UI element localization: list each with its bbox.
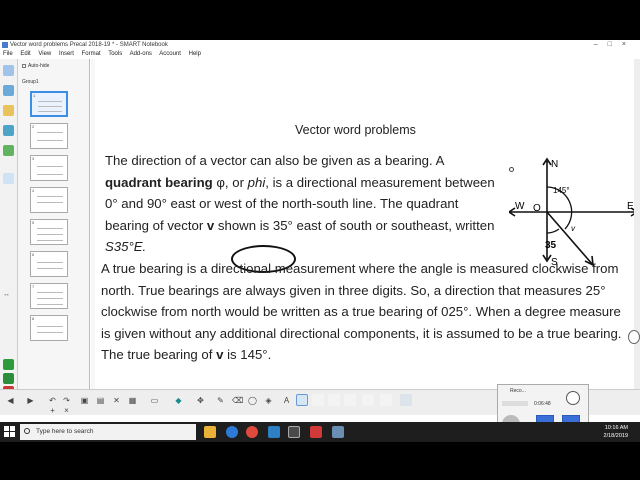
resize-arrows-icon[interactable]: ↔ — [3, 291, 14, 302]
taskbar-clock[interactable]: 10:16 AM 2/18/2019 — [604, 424, 628, 440]
page-thumbnail-4[interactable]: 4 — [30, 187, 68, 213]
page-thumbnail-8[interactable]: 8 — [30, 315, 68, 341]
west-label: W — [515, 201, 525, 212]
pen-style-4-icon[interactable] — [344, 394, 356, 406]
auto-hide-checkbox[interactable]: Auto-hide — [22, 63, 49, 69]
smart-notebook-taskbar-icon[interactable] — [288, 426, 300, 438]
menu-format[interactable]: Format — [82, 51, 101, 57]
angle-arc-35 — [546, 228, 560, 234]
recorder-title: Reco... — [510, 388, 526, 394]
page-thumbnail-2[interactable]: 2 — [30, 123, 68, 149]
angle-145-label: 145° — [553, 186, 570, 195]
fill-tool-icon[interactable]: ◈ — [264, 396, 273, 405]
menu-edit[interactable]: Edit — [20, 51, 30, 57]
page-thumbnail-7[interactable]: 7 — [30, 283, 68, 309]
properties-icon[interactable] — [400, 394, 412, 406]
eraser-tool-icon[interactable]: ⌫ — [232, 396, 243, 405]
delete-icon[interactable]: ✕ — [112, 396, 121, 405]
angle-35-handwritten: 35 — [545, 240, 557, 251]
windows-start-icon[interactable] — [4, 426, 16, 438]
close-button[interactable]: × — [622, 41, 636, 48]
add-ons-tab-icon[interactable] — [3, 145, 14, 156]
notebook-page[interactable]: Vector word problems The direction of a … — [95, 59, 639, 389]
select-tool-icon[interactable]: ✥ — [196, 396, 205, 405]
menu-file[interactable]: File — [3, 51, 13, 57]
menu-add-ons[interactable]: Add-ons — [130, 51, 152, 57]
south-label: S — [551, 257, 558, 267]
text-tool-icon[interactable]: A — [282, 396, 291, 405]
properties-tab-icon[interactable] — [3, 125, 14, 136]
edge-browser-icon[interactable] — [226, 426, 238, 438]
menu-tools[interactable]: Tools — [108, 51, 122, 57]
page-thumbnail-1[interactable]: 1 — [30, 91, 68, 117]
whiteboard-area[interactable]: Vector word problems The direction of a … — [91, 59, 640, 389]
add-page-icon[interactable]: + — [48, 406, 57, 415]
response-icon[interactable]: ◆ — [174, 396, 183, 405]
window-title: Vector word problems Precal 2018-19 * - … — [10, 42, 168, 48]
table-icon[interactable]: ▦ — [128, 396, 137, 405]
pen-style-3-icon[interactable] — [328, 394, 340, 406]
page-sorter-tab-icon[interactable] — [3, 65, 14, 76]
search-icon — [24, 428, 30, 434]
shapes-tool-icon[interactable]: ◯ — [248, 396, 257, 405]
menu-account[interactable]: Account — [159, 51, 181, 57]
screen: Vector word problems Precal 2018-19 * - … — [0, 40, 640, 442]
green-tool-icon[interactable] — [3, 373, 14, 384]
window-controls: –□× — [594, 40, 636, 50]
pen-style-2-icon[interactable] — [312, 394, 324, 406]
redo-icon[interactable]: ↷ — [62, 396, 71, 405]
page-heading: Vector word problems — [295, 123, 416, 137]
bearing-notation: S35°E. — [105, 239, 147, 254]
pen-style-1-icon[interactable] — [296, 394, 308, 406]
origin-label: O — [533, 203, 541, 214]
lesson-activity-tab-icon[interactable] — [3, 173, 14, 184]
chrome-browser-icon[interactable] — [246, 426, 258, 438]
microphone-icon[interactable] — [566, 391, 580, 405]
page-thumbnail-6[interactable]: 6 — [30, 251, 68, 277]
pen-style-6-icon[interactable] — [380, 394, 392, 406]
store-icon[interactable] — [268, 426, 280, 438]
recorder-source-select[interactable] — [502, 401, 528, 406]
north-label: N — [551, 159, 558, 170]
true-bearing-paragraph: A true bearing is a directional measurem… — [101, 261, 622, 362]
page-thumbnail-5[interactable]: 5 — [30, 219, 68, 245]
quadrant-bearing-paragraph: The direction of a vector can also be gi… — [105, 153, 495, 254]
recorder-taskbar-icon[interactable] — [310, 426, 322, 438]
group-label: Group1 — [22, 79, 39, 85]
taskbar-search-input[interactable]: Type here to search — [20, 424, 196, 440]
display-icon[interactable]: ▭ — [150, 396, 159, 405]
recorder-time: 0:06:48 — [534, 401, 551, 407]
east-label: E — [627, 201, 634, 212]
attachments-tab-icon[interactable] — [3, 105, 14, 116]
pen-tool-icon[interactable]: ✎ — [216, 396, 225, 405]
screen-shade-icon[interactable]: ▣ — [80, 396, 89, 405]
menu-insert[interactable]: Insert — [59, 51, 74, 57]
vector-v-label: v — [571, 224, 576, 233]
side-tab-bar: ↔ — [0, 59, 18, 399]
smart-notebook-app-icon — [2, 42, 8, 48]
file-explorer-icon[interactable] — [204, 426, 216, 438]
page-next-icon[interactable] — [3, 359, 14, 370]
minimize-button[interactable]: – — [594, 41, 608, 48]
undo-icon[interactable]: ↶ — [48, 396, 57, 405]
previous-page-icon[interactable]: ◀ — [6, 396, 15, 405]
maximize-button[interactable]: □ — [608, 41, 622, 48]
floating-tools-handle[interactable] — [628, 330, 640, 344]
bearing-compass-diagram: N S E W O 145° v 35 — [509, 157, 639, 267]
paste-icon[interactable]: ▤ — [96, 396, 105, 405]
pen-style-5-icon[interactable] — [362, 394, 374, 406]
gallery-tab-icon[interactable] — [3, 85, 14, 96]
menu-help[interactable]: Help — [189, 51, 201, 57]
next-page-icon[interactable]: ▶ — [26, 396, 35, 405]
title-bar: Vector word problems Precal 2018-19 * - … — [0, 40, 640, 50]
windows-taskbar: Type here to search 10:16 AM 2/18/2019 — [0, 422, 640, 442]
page-thumbnail-3[interactable]: 3 — [30, 155, 68, 181]
page-sorter: Auto-hide Group1 1 2 3 4 5 6 7 8 — [18, 59, 90, 399]
quadrant-bearing-term: quadrant bearing — [105, 174, 213, 190]
delete-page-icon[interactable]: × — [62, 406, 71, 415]
menu-bar: File Edit View Insert Format Tools Add-o… — [0, 50, 640, 59]
app-taskbar-icon[interactable] — [332, 426, 344, 438]
menu-view[interactable]: View — [38, 51, 51, 57]
